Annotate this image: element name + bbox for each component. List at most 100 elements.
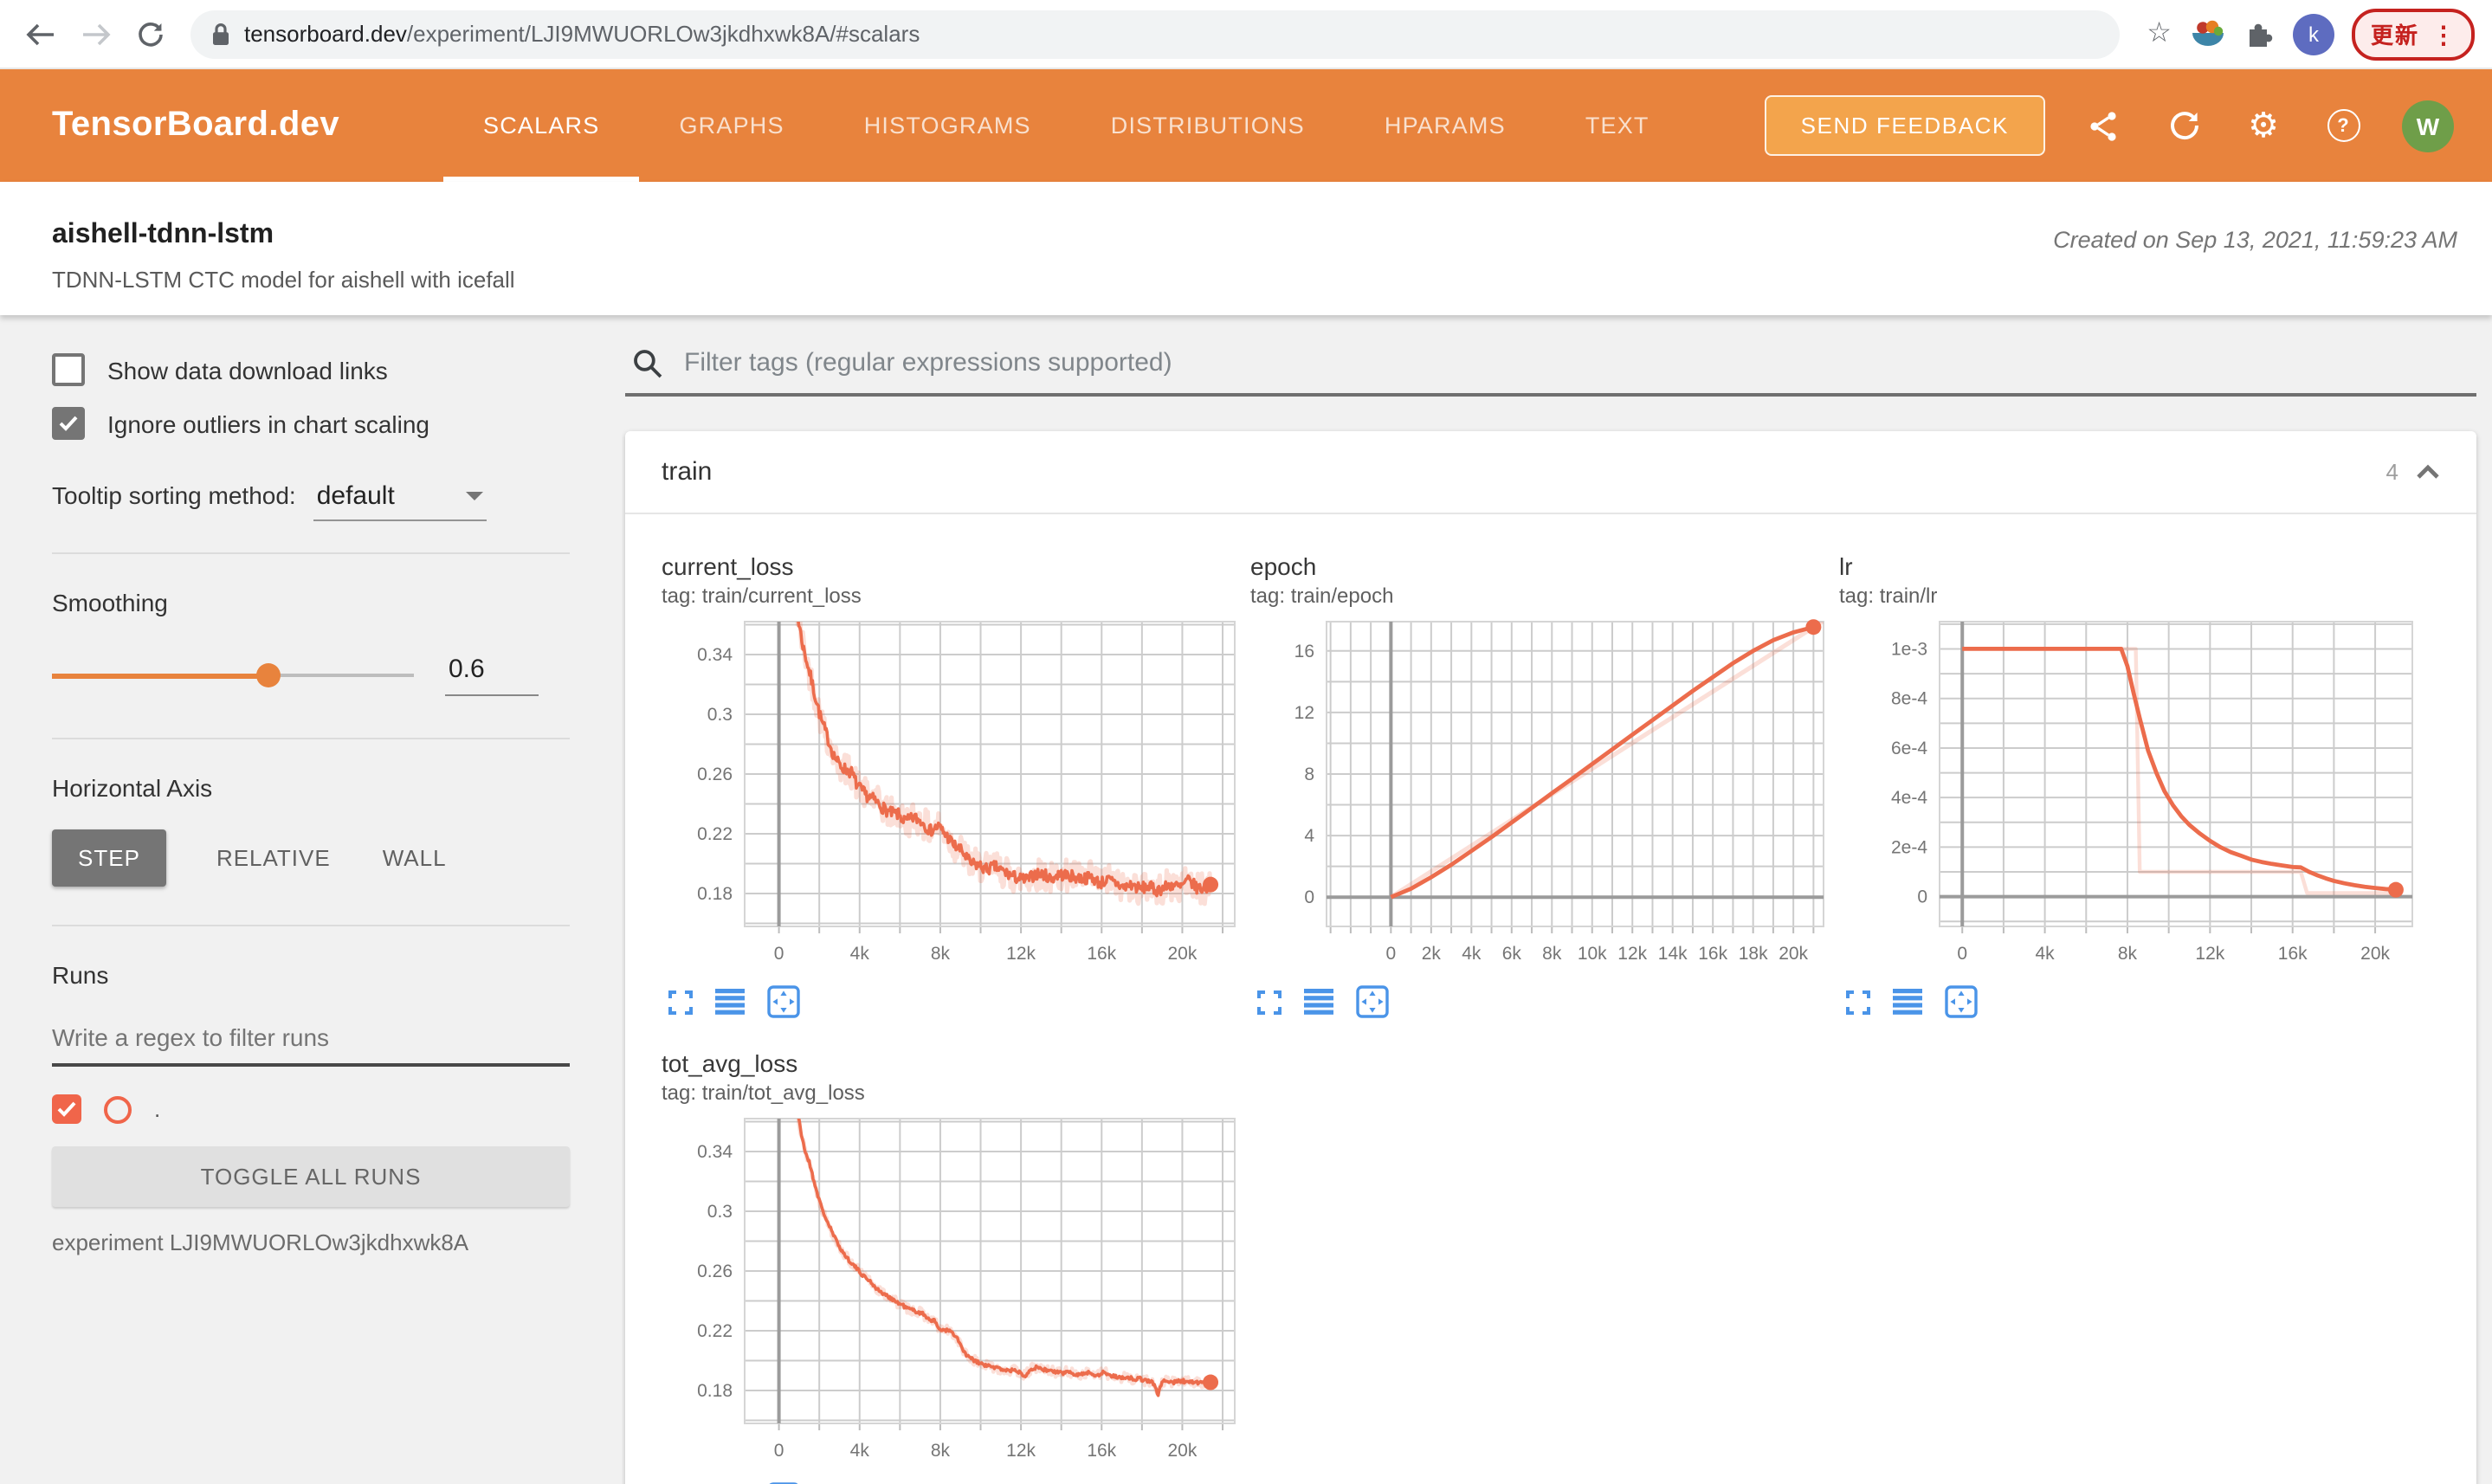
run-row: . xyxy=(52,1094,570,1124)
svg-text:16k: 16k xyxy=(1698,944,1727,964)
chevron-up-icon[interactable] xyxy=(2416,464,2440,480)
svg-text:12k: 12k xyxy=(1006,944,1036,964)
runs-filter-input[interactable] xyxy=(52,1013,570,1067)
svg-text:12k: 12k xyxy=(1617,944,1647,964)
back-arrow-icon xyxy=(25,23,53,45)
chart-plot-lr[interactable]: 0 2e-4 4e-4 6e-4 8e-4 1e-3 0 4k 8k 12k 16k 20k xyxy=(1839,615,2419,971)
svg-text:14k: 14k xyxy=(1658,944,1688,964)
experiment-header: aishell-tdnn-lstm TDNN-LSTM CTC model fo… xyxy=(0,182,2492,315)
smoothing-value[interactable]: 0.6 xyxy=(445,655,539,696)
show-download-links-row[interactable]: Show data download links xyxy=(52,353,570,386)
tab-hparams[interactable]: HPARAMS xyxy=(1345,69,1546,182)
extensions-puzzle-icon[interactable] xyxy=(2244,18,2276,49)
svg-text:12: 12 xyxy=(1294,703,1314,723)
svg-text:16: 16 xyxy=(1294,642,1314,661)
settings-button[interactable]: ⚙ xyxy=(2243,105,2284,146)
runs-list-icon[interactable] xyxy=(1893,989,1922,1015)
refresh-button[interactable] xyxy=(128,11,173,56)
tab-scalars[interactable]: SCALARS xyxy=(443,69,640,182)
chart-title: current_loss xyxy=(662,552,794,580)
checkmark-icon xyxy=(59,416,78,431)
help-icon: ? xyxy=(2327,109,2360,142)
axis-button-relative[interactable]: RELATIVE xyxy=(190,829,357,887)
svg-text:0.3: 0.3 xyxy=(707,705,733,725)
browser-actions: ☆ k 更新 ⋮ xyxy=(2147,8,2475,60)
chart-card-epoch: epoch tag: train/epoch 0 4 8 12 16 0 2k 4k 6k 8k 10k… xyxy=(1250,552,1830,1018)
tooltip-sorting-row: Tooltip sorting method: default xyxy=(52,481,570,521)
toggle-all-runs-button[interactable]: TOGGLE ALL RUNS xyxy=(52,1146,570,1207)
scalars-main: train 4 current_loss tag: train/current_l… xyxy=(622,315,2492,1484)
runs-list-icon[interactable] xyxy=(715,989,745,1015)
help-button[interactable]: ? xyxy=(2322,105,2364,146)
svg-text:8k: 8k xyxy=(931,1441,951,1461)
gear-icon: ⚙ xyxy=(2248,106,2279,145)
send-feedback-button[interactable]: SEND FEEDBACK xyxy=(1764,95,2045,156)
fit-domain-icon[interactable] xyxy=(767,985,800,1018)
smoothing-row: 0.6 xyxy=(52,655,570,696)
svg-text:20k: 20k xyxy=(1168,944,1198,964)
forward-button[interactable] xyxy=(73,11,118,56)
train-group-header[interactable]: train 4 xyxy=(625,431,2476,514)
ignore-outliers-row[interactable]: Ignore outliers in chart scaling xyxy=(52,407,570,440)
run-checkbox[interactable] xyxy=(52,1094,81,1124)
show-download-links-checkbox[interactable] xyxy=(52,353,85,386)
browser-menu-icon[interactable]: ⋮ xyxy=(2431,22,2456,46)
horizontal-axis-buttons: STEP RELATIVE WALL xyxy=(52,829,570,887)
filter-tags-input[interactable] xyxy=(681,346,2476,379)
reload-data-button[interactable] xyxy=(2163,105,2205,146)
run-color-swatch-icon[interactable] xyxy=(104,1095,132,1123)
chart-actions xyxy=(1250,971,1830,1018)
lock-icon xyxy=(213,23,229,44)
fit-domain-icon[interactable] xyxy=(1356,985,1389,1018)
browser-profile-avatar[interactable]: k xyxy=(2292,13,2334,55)
runs-list-icon[interactable] xyxy=(1304,989,1333,1015)
forward-arrow-icon xyxy=(82,23,110,45)
chart-plot-epoch[interactable]: 0 4 8 12 16 0 2k 4k 6k 8k 10k 12k 14k 16k 18k 20k xyxy=(1250,615,1830,971)
bookmark-star-icon[interactable]: ☆ xyxy=(2147,19,2172,48)
tab-text[interactable]: TEXT xyxy=(1546,69,1689,182)
tab-distributions[interactable]: DISTRIBUTIONS xyxy=(1071,69,1345,182)
svg-text:6k: 6k xyxy=(1502,944,1522,964)
svg-text:8k: 8k xyxy=(931,944,951,964)
svg-text:8k: 8k xyxy=(1542,944,1562,964)
svg-text:0.22: 0.22 xyxy=(697,824,733,844)
chart-actions xyxy=(1839,971,2419,1018)
tooltip-sorting-select[interactable]: default xyxy=(313,481,487,521)
fullscreen-icon[interactable] xyxy=(668,990,693,1014)
chart-actions xyxy=(662,1468,1242,1484)
header-actions: SEND FEEDBACK ⚙ ? W xyxy=(1764,69,2454,182)
slider-thumb-icon[interactable] xyxy=(256,663,281,687)
svg-text:10k: 10k xyxy=(1578,944,1607,964)
axis-button-wall[interactable]: WALL xyxy=(357,829,473,887)
search-icon xyxy=(634,349,662,377)
user-avatar[interactable]: W xyxy=(2402,100,2454,152)
tab-histograms[interactable]: HISTOGRAMS xyxy=(824,69,1071,182)
axis-button-step[interactable]: STEP xyxy=(52,829,166,887)
chart-title: lr xyxy=(1839,552,1853,580)
back-button[interactable] xyxy=(17,11,62,56)
chrome-update-button[interactable]: 更新 ⋮ xyxy=(2351,8,2475,60)
tab-graphs[interactable]: GRAPHS xyxy=(639,69,823,182)
smoothing-label: Smoothing xyxy=(52,589,168,616)
experiment-run-id: experiment LJI9MWUORLOw3jkdhxwk8A xyxy=(52,1229,469,1255)
svg-text:0.18: 0.18 xyxy=(697,884,733,904)
url-path: /experiment/LJI9MWUORLOw3jkdhxwk8A/#scal… xyxy=(406,21,920,47)
fit-domain-icon[interactable] xyxy=(1945,985,1978,1018)
smoothing-slider[interactable] xyxy=(52,663,414,687)
address-bar[interactable]: tensorboard.dev/experiment/LJI9MWUORLOw3… xyxy=(190,10,2120,58)
share-button[interactable] xyxy=(2083,105,2125,146)
chart-plot-current_loss[interactable]: 0.18 0.22 0.26 0.3 0.34 0 4k 8k 12k 16k 20k xyxy=(662,615,1242,971)
svg-text:2k: 2k xyxy=(1422,944,1442,964)
chart-actions xyxy=(662,971,1242,1018)
experiment-name: aishell-tdnn-lstm xyxy=(52,220,274,249)
svg-text:0: 0 xyxy=(1957,944,1967,964)
chart-plot-tot_avg_loss[interactable]: 0.18 0.22 0.26 0.3 0.34 0 4k 8k 12k 16k 20k xyxy=(662,1112,1242,1468)
ignore-outliers-checkbox[interactable] xyxy=(52,407,85,440)
sidebar-divider xyxy=(52,925,570,926)
experiment-created-date: Created on Sep 13, 2021, 11:59:23 AM xyxy=(2053,227,2457,253)
svg-text:4k: 4k xyxy=(850,1441,870,1461)
fullscreen-icon[interactable] xyxy=(1257,990,1282,1014)
fullscreen-icon[interactable] xyxy=(1846,990,1870,1014)
extension-fruit-icon[interactable] xyxy=(2189,15,2227,53)
settings-sidebar: Show data download links Ignore outliers… xyxy=(0,315,622,1484)
